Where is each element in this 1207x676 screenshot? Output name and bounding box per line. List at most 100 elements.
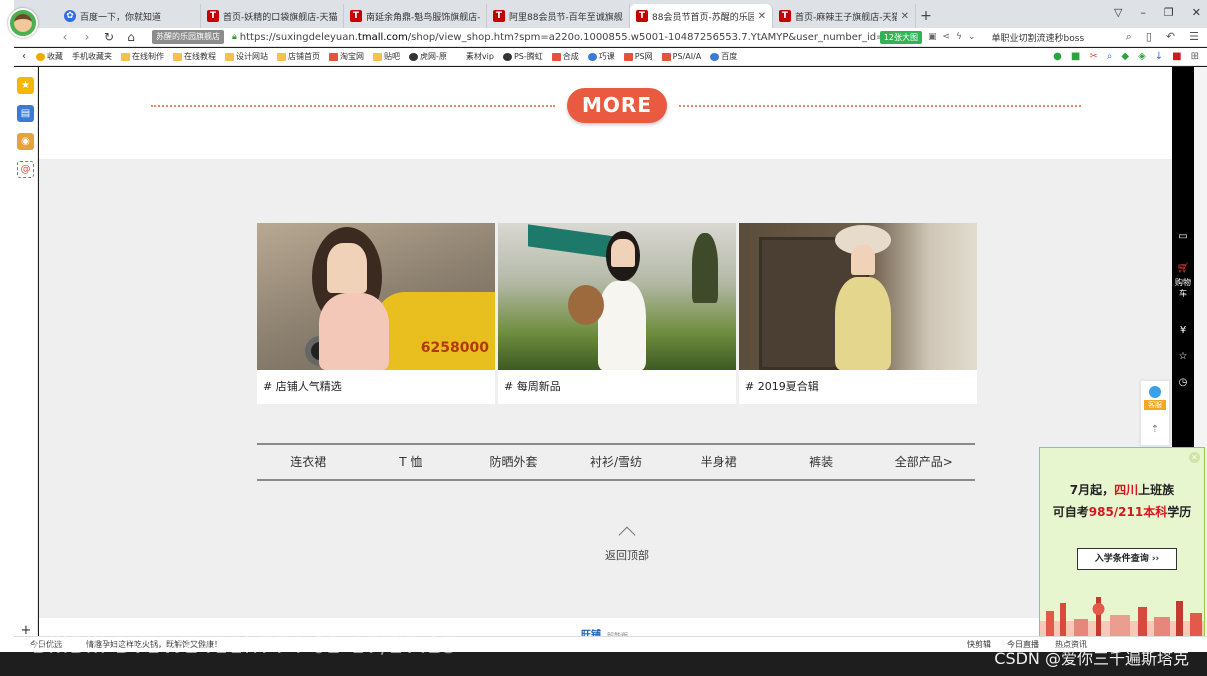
back-to-top-button[interactable]: 返回顶部 (577, 526, 677, 563)
bookmark[interactable]: PS-腾虹 (502, 51, 543, 62)
weibo-icon[interactable]: ◉ (17, 133, 34, 150)
card-new[interactable]: # 每周新品 (498, 223, 736, 404)
taobao-icon (329, 52, 338, 61)
bookmark[interactable]: 贴吧 (373, 51, 400, 62)
bookmark[interactable]: 店铺首页 (277, 51, 320, 62)
bookmark[interactable]: 淘宝网 (329, 51, 364, 62)
lock-icon: 🔒︎ (232, 32, 237, 42)
cart-icon[interactable]: 🛒︎ (1172, 263, 1194, 274)
category-tshirts[interactable]: T 恤 (360, 445, 463, 479)
bookmark[interactable]: 百度 (710, 51, 737, 62)
taxi-graphic: 6258000 (375, 292, 495, 370)
favorite-icon[interactable]: ☆ (1172, 351, 1194, 362)
category-sun-jackets[interactable]: 防晒外套 (462, 445, 565, 479)
site-icon (623, 52, 633, 61)
tmall-icon: T (493, 10, 505, 22)
more-button[interactable]: MORE (567, 88, 667, 123)
url-field[interactable]: https://suxingdeleyuan.tmall.com/shop/vi… (240, 32, 880, 43)
new-tab-icon[interactable]: + (916, 4, 936, 28)
address-actions: ▣ ⋖ ϟ ⌄ (928, 32, 976, 42)
extension-icon[interactable]: ✂ (1089, 51, 1097, 62)
extension-icon[interactable]: ↓ (1155, 51, 1163, 62)
share-icon[interactable]: ⋖ (943, 32, 951, 42)
extension-icon[interactable]: ■ (1071, 51, 1080, 62)
home-icon[interactable]: ⌂ (120, 30, 142, 44)
extension-icon[interactable]: ◈ (1138, 51, 1146, 62)
search-input[interactable]: 单职业切割流速秒boss (992, 31, 1112, 44)
extension-icon[interactable]: ⌕ (1107, 51, 1113, 62)
flash-icon[interactable]: ϟ (956, 32, 962, 42)
tab-1[interactable]: T首页-妖精的口袋旗舰店-天猫Tm (201, 4, 344, 28)
category-skirts[interactable]: 半身裙 (667, 445, 770, 479)
bookmark[interactable]: PS网 (623, 51, 653, 62)
bookmark[interactable]: 在线教程 (173, 51, 216, 62)
close-icon[interactable]: ✕ (1189, 452, 1200, 463)
tmall-icon: T (350, 10, 362, 22)
quick-edit-link[interactable]: 快剪辑 (967, 639, 991, 650)
back-icon[interactable]: ‹ (54, 30, 76, 44)
extension-icon[interactable]: ■ (1172, 51, 1181, 62)
close-window-icon[interactable]: ✕ (1192, 6, 1201, 19)
favorites-icon[interactable]: ★ (17, 77, 34, 94)
coupon-icon[interactable]: ¥ (1172, 325, 1194, 336)
toolbar-right: ⌕ ▯ ↶ ☰ (1126, 30, 1199, 44)
extension-icon[interactable]: ◆ (1121, 51, 1129, 62)
cart-label[interactable]: 购物车 (1172, 277, 1194, 299)
tab-0[interactable]: ✿ 百度一下，你就知道 (58, 4, 201, 28)
reader-icon[interactable]: ▣ (928, 32, 937, 42)
bookmark[interactable]: 巧课 (587, 51, 615, 62)
phone-icon[interactable]: ▯ (1146, 30, 1152, 44)
image-count-badge[interactable]: 12张大图 (879, 30, 922, 44)
category-dresses[interactable]: 连衣裙 (257, 445, 360, 479)
close-tab-icon[interactable]: ✕ (901, 11, 909, 22)
bookmark[interactable]: 收藏 (36, 51, 63, 62)
minimize-icon[interactable]: – (1140, 6, 1146, 19)
bookmark[interactable]: 在线制作 (121, 51, 164, 62)
dropdown-icon[interactable]: ⌄ (968, 32, 976, 42)
user-icon[interactable]: ▭ (1172, 231, 1194, 242)
forward-icon[interactable]: › (76, 30, 98, 44)
ad-cta-button[interactable]: 入学条件查询 ›› (1077, 548, 1177, 570)
card-caption: # 店铺人气精选 (263, 380, 342, 393)
extension-icon[interactable]: ⊞ (1191, 51, 1199, 62)
bookmark[interactable]: 设计网站 (225, 51, 268, 62)
user-avatar[interactable] (8, 8, 38, 38)
card-popular[interactable]: 6258000 # 店铺人气精选 (257, 223, 495, 404)
baidu-icon: ✿ (64, 10, 76, 22)
folder-icon (121, 52, 130, 61)
bookmark[interactable]: 合成 (551, 51, 579, 62)
dotted-divider-left (151, 105, 555, 107)
tab-4[interactable]: T88会员节首页-苏醒的乐园旗舰店✕ (630, 4, 773, 28)
tab-2[interactable]: T南延余角鼎-魁鸟服饰旗舰店-天猫 (344, 4, 487, 28)
extension-icon[interactable]: ● (1053, 51, 1062, 62)
bookmark[interactable]: 虎网-原 (409, 51, 447, 62)
notes-icon[interactable]: ▤ (17, 105, 34, 122)
category-pants[interactable]: 裤装 (770, 445, 873, 479)
folder-icon (373, 52, 382, 61)
bookmarks-toggle-icon[interactable]: ‹ (22, 51, 26, 62)
category-shirts[interactable]: 衬衫/雪纺 (565, 445, 668, 479)
customer-service-widget[interactable]: 客服 ⇡ (1140, 380, 1170, 446)
close-tab-icon[interactable]: ✕ (758, 11, 766, 22)
restore-icon[interactable]: ❐ (1164, 6, 1174, 19)
window-controls: ▽ – ❐ ✕ (1114, 6, 1201, 19)
tab-5[interactable]: T首页-麻辣王子旗舰店-天猫Tmal✕ (773, 4, 916, 28)
card-summer[interactable]: # 2019夏合辑 (739, 223, 977, 404)
search-icon[interactable]: ⌕ (1126, 30, 1132, 44)
extension-icons: ● ■ ✂ ⌕ ◆ ◈ ↓ ■ ⊞ (1053, 51, 1199, 62)
bookmark[interactable]: 素材vip (466, 51, 494, 62)
skin-icon[interactable]: ▽ (1114, 6, 1122, 19)
back-to-top-icon[interactable]: ⇡ (1141, 424, 1169, 435)
bookmark[interactable]: PS/AI/A (661, 52, 701, 61)
folder-icon (225, 52, 234, 61)
tab-3[interactable]: T 阿里88会员节-百年至诚旗舰店- (487, 4, 630, 28)
undo-icon[interactable]: ↶ (1166, 30, 1175, 44)
reload-icon[interactable]: ↻ (98, 30, 120, 44)
email-icon[interactable]: @ (17, 161, 34, 178)
history-icon[interactable]: ◷ (1172, 377, 1194, 388)
ad-popup[interactable]: ✕ 7月起，四川上班族 可自考985/211本科学历 入学条件查询 ›› (1039, 447, 1205, 652)
menu-icon[interactable]: ☰ (1189, 30, 1199, 44)
category-all-products[interactable]: 全部产品> (872, 445, 975, 479)
card-caption: # 2019夏合辑 (745, 380, 819, 393)
bookmark[interactable]: 手机收藏夹 (53, 51, 112, 123)
